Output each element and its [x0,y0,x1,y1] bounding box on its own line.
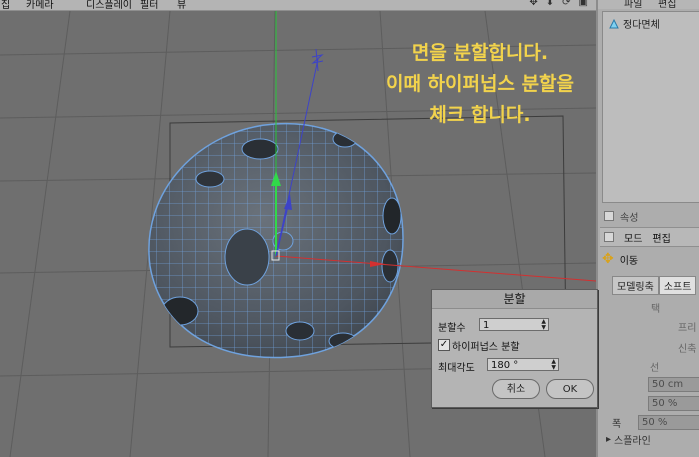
move-view-icon[interactable]: ✥ [529,0,537,8]
ok-button[interactable]: OK [546,379,594,399]
callout-line-1: 면을 분할합니다. [411,42,549,64]
attributes-title: 속성 [620,212,639,224]
objects-menubar: 파일 편집 [598,0,699,9]
active-tool: ✥ 이동 [602,251,638,267]
attributes-menubar: 모드 편집 [600,227,699,247]
expand-arrow-icon[interactable]: ▸ [606,434,611,445]
objects-menu-file[interactable]: 파일 [624,0,642,9]
callout-line-3: 체크 합니다. [429,104,531,126]
objects-list: 정다면체 [602,11,699,203]
ghost-label-line: 선 [650,363,660,374]
tab-soft-selection[interactable]: 소프트 [658,276,697,295]
tutorial-callout: 면을 분할합니다. 이때 하이퍼넙스 분할을 체크 합니다. [370,38,590,131]
hypernurbs-label: 하이퍼넙스 분할 [452,342,520,353]
spline-label: 스플라인 [614,436,651,447]
hypernurbs-checkbox[interactable]: ✓ [438,339,450,351]
spline-row[interactable]: ▸ 스플라인 [606,432,651,447]
menu-item-display[interactable]: 디스플레이 [86,0,132,10]
max-angle-value: 180 ° [491,360,519,371]
cancel-button[interactable]: 취소 [492,379,540,399]
right-panel: 파일 편집 정다면체 속성 모드 편집 ✥ 이동 모델링축 소프트 택 프리 신… [596,0,699,457]
rotate-view-icon[interactable]: ⟳ [562,0,570,8]
z-axis-label [311,48,324,72]
subdivision-label: 분할수 [438,323,466,334]
ghost-field-width: 50 % [638,415,699,430]
menu-item-filter[interactable]: 필터 [140,0,158,10]
ghost-label-free: 프리 [678,323,697,334]
platonic-icon [609,18,619,28]
viewport-nav-icons: ✥ ⬇ ⟳ ▣ [529,0,588,8]
subdivision-value: 1 [483,320,490,331]
attributes-header: 속성 [600,207,699,225]
spinner-icon[interactable]: ▲ ▼ [541,319,546,331]
callout-line-2: 이때 하이퍼넙스 분할을 [385,73,575,95]
zoom-view-icon[interactable]: ⬇ [546,0,554,8]
menu-item-edit-partial[interactable]: 집 [1,0,10,10]
object-label: 정다면체 [623,20,660,31]
object-row-platonic[interactable]: 정다면체 [609,16,660,31]
menu-item-view[interactable]: 뷰 [177,0,186,10]
ghost-label-width: 폭 [612,419,622,430]
viewport-menubar: 집 카메라 디스플레이 필터 뷰 ✥ ⬇ ⟳ ▣ [0,0,596,11]
ghost-field-strength: 50 % [648,396,699,411]
active-tool-label: 이동 [619,255,639,267]
move-tool-icon: ✥ [602,251,614,267]
ghost-field-radius: 50 cm [648,377,699,392]
panel-menu-icon[interactable] [604,232,614,242]
subdivision-field[interactable]: 1 ▲ ▼ [479,318,549,331]
objects-menu-edit[interactable]: 편집 [658,0,676,9]
panel-toggle-icon[interactable] [604,211,614,221]
ghost-label-select: 택 [651,304,661,315]
spinner-icon[interactable]: ▲ ▼ [551,359,556,371]
menu-item-camera[interactable]: 카메라 [26,0,54,10]
max-angle-label: 최대각도 [438,363,475,374]
maximize-view-icon[interactable]: ▣ [579,0,588,8]
tab-modeling-axis[interactable]: 모델링축 [612,276,659,295]
dialog-title[interactable]: 분할 [432,290,597,309]
max-angle-field[interactable]: 180 ° ▲ ▼ [487,358,559,371]
attribute-tabs: 모델링축 소프트 [612,276,697,295]
ghost-label-scale: 신축 [678,344,697,355]
attributes-menu-mode[interactable]: 모드 [624,230,642,245]
subdivide-dialog: 분할 분할수 1 ▲ ▼ ✓ 하이퍼넙스 분할 최대각도 180 ° ▲ ▼ 취소 … [431,289,598,408]
attributes-menu-edit[interactable]: 편집 [652,230,670,245]
